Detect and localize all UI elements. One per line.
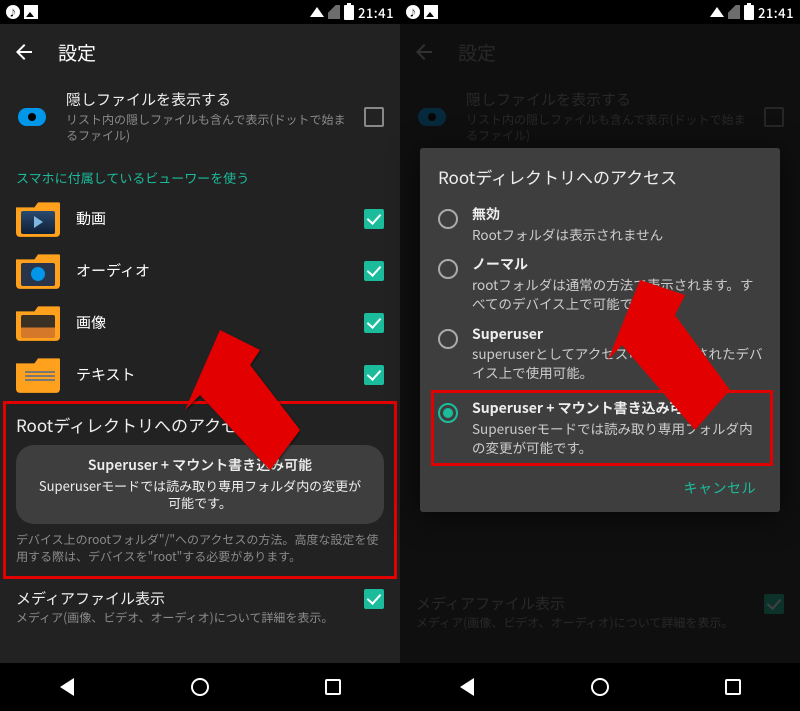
page-title: 設定 xyxy=(58,39,96,66)
media-sub: メディア(画像、ビデオ、オーディオ)について詳細を表示。 xyxy=(16,610,350,626)
setting-media-display[interactable]: メディアファイル表示 メディア(画像、ビデオ、オーディオ)について詳細を表示。 xyxy=(0,579,400,637)
hidden-files-sub: リスト内の隠しファイルも含んで表示(ドットで始まるファイル) xyxy=(66,112,348,144)
image-checkbox[interactable] xyxy=(364,313,384,333)
music-status-icon: ♪ xyxy=(6,5,20,19)
option-head: ノーマル xyxy=(472,255,764,275)
hidden-files-checkbox[interactable] xyxy=(364,107,384,127)
nav-home-button[interactable] xyxy=(587,674,613,700)
option-sub: superuserとしてアクセス可能。rootされたデバイス上で使用可能。 xyxy=(472,344,764,382)
filetype-text[interactable]: テキスト xyxy=(0,349,400,401)
battery-icon xyxy=(344,5,354,20)
root-access-section[interactable]: Rootディレクトリへのアクセス Superuser + マウント書き込み可能 … xyxy=(3,401,397,579)
video-folder-icon xyxy=(21,211,55,234)
nav-bar xyxy=(400,663,800,711)
option-superuser-mount[interactable]: Superuser + マウント書き込み可能 Superuserモードでは読み取… xyxy=(431,390,773,465)
left-screenshot: ♪ 21:41 設定 隠しファイルを表示する リスト内の隠しファイルも含んで表示… xyxy=(0,0,400,711)
option-head: Superuser xyxy=(472,325,764,345)
audio-folder-icon xyxy=(21,263,55,286)
photo-status-icon xyxy=(424,5,438,19)
option-sub: Superuserモードでは読み取り専用フォルダ内の変更が可能です。 xyxy=(472,419,764,457)
nav-home-button[interactable] xyxy=(187,674,213,700)
option-head: Superuser + マウント書き込み可能 xyxy=(472,399,764,419)
clock: 21:41 xyxy=(758,3,794,22)
photo-status-icon xyxy=(24,5,38,19)
filetype-audio-label: オーディオ xyxy=(76,260,348,281)
sim-icon xyxy=(328,5,340,19)
dialog-title: Rootディレクトリへのアクセス xyxy=(434,164,770,189)
option-sub: Rootフォルダは表示されません xyxy=(472,225,764,244)
video-checkbox[interactable] xyxy=(364,209,384,229)
wifi-icon xyxy=(710,7,724,17)
root-access-title: Rootディレクトリへのアクセス xyxy=(16,412,384,437)
image-folder-icon xyxy=(21,315,55,338)
root-access-dialog: Rootディレクトリへのアクセス 無効 Rootフォルダは表示されません ノーマ… xyxy=(420,148,780,512)
filetype-image-label: 画像 xyxy=(76,312,348,333)
audio-checkbox[interactable] xyxy=(364,261,384,281)
nav-bar xyxy=(0,663,400,711)
app-bar: 設定 xyxy=(0,24,400,80)
eye-icon xyxy=(18,108,46,126)
option-normal[interactable]: ノーマル rootフォルダは通常の方法で表示されます。すべてのデバイス上で可能で… xyxy=(434,249,770,318)
nav-recent-button[interactable] xyxy=(320,674,346,700)
radio-icon xyxy=(438,329,458,349)
filetype-video-label: 動画 xyxy=(76,208,348,229)
option-superuser[interactable]: Superuser superuserとしてアクセス可能。rootされたデバイス… xyxy=(434,319,770,388)
wifi-icon xyxy=(310,7,324,17)
media-checkbox[interactable] xyxy=(364,589,384,609)
root-pill-body: Superuserモードでは読み取り専用フォルダ内の変更が可能です。 xyxy=(34,477,366,512)
filetype-video[interactable]: 動画 xyxy=(0,193,400,245)
clock: 21:41 xyxy=(358,3,394,22)
option-head: 無効 xyxy=(472,205,764,225)
music-status-icon: ♪ xyxy=(406,5,420,19)
radio-icon-selected xyxy=(438,403,458,423)
status-bar: ♪ 21:41 xyxy=(0,0,400,24)
text-checkbox[interactable] xyxy=(364,365,384,385)
root-access-current: Superuser + マウント書き込み可能 Superuserモードでは読み取… xyxy=(16,445,384,524)
hidden-files-title: 隠しファイルを表示する xyxy=(66,90,348,110)
filetype-image[interactable]: 画像 xyxy=(0,297,400,349)
viewer-section-header: スマホに付属しているビューワーを使う xyxy=(0,154,400,193)
status-bar: ♪ 21:41 xyxy=(400,0,800,24)
root-pill-head: Superuser + マウント書き込み可能 xyxy=(34,455,366,475)
nav-back-button[interactable] xyxy=(54,674,80,700)
dialog-cancel-button[interactable]: キャンセル xyxy=(434,468,770,504)
root-access-desc: デバイス上のrootフォルダ"/"へのアクセスの方法。高度な設定を使用する際は、… xyxy=(16,532,384,566)
back-icon[interactable] xyxy=(12,40,36,64)
nav-back-button[interactable] xyxy=(454,674,480,700)
setting-hidden-files[interactable]: 隠しファイルを表示する リスト内の隠しファイルも含んで表示(ドットで始まるファイ… xyxy=(0,80,400,154)
nav-recent-button[interactable] xyxy=(720,674,746,700)
media-title: メディアファイル表示 xyxy=(16,589,350,609)
option-disabled[interactable]: 無効 Rootフォルダは表示されません xyxy=(434,199,770,249)
sim-icon xyxy=(728,5,740,19)
radio-icon xyxy=(438,209,458,229)
radio-icon xyxy=(438,259,458,279)
option-sub: rootフォルダは通常の方法で表示されます。すべてのデバイス上で可能です。 xyxy=(472,275,764,313)
battery-icon xyxy=(744,5,754,20)
filetype-text-label: テキスト xyxy=(76,364,348,385)
filetype-audio[interactable]: オーディオ xyxy=(0,245,400,297)
